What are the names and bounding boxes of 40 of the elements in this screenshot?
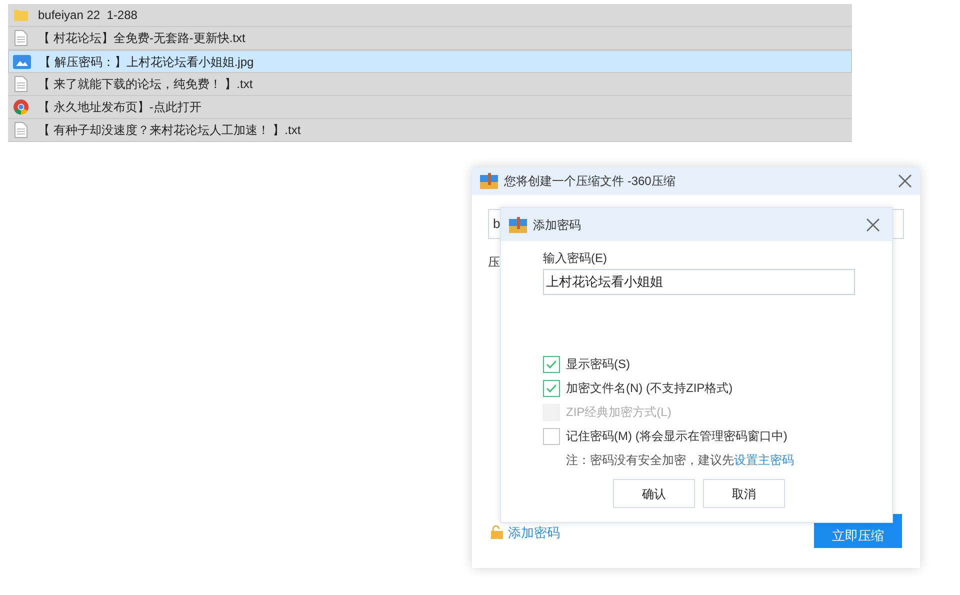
file-row[interactable]: bufeiyan 22 1-288: [8, 4, 852, 27]
checkbox-label: ZIP经典加密方式(L): [566, 404, 672, 421]
checkbox[interactable]: [543, 380, 560, 396]
dialog-button[interactable]: 确认: [613, 479, 695, 508]
checkbox-label: 显示密码(S): [566, 356, 630, 373]
image-file-icon: [13, 54, 31, 68]
checkbox[interactable]: [543, 356, 560, 372]
document-icon: [14, 76, 28, 92]
file-name: 【 来了就能下载的论坛，纯免费！ 】.txt: [38, 76, 253, 93]
file-row[interactable]: 【 永久地址发布页】-点此打开: [8, 96, 852, 119]
document-icon: [14, 122, 28, 138]
checkbox-label: 记住密码(M) (将会显示在管理密码窗口中): [566, 428, 788, 445]
folder-icon: [13, 7, 29, 23]
lock-icon: [490, 525, 504, 540]
password-field[interactable]: 上村花论坛看小姐姐: [543, 269, 855, 295]
archive-logo-icon: [480, 173, 498, 189]
browser-icon: [13, 99, 29, 115]
check-icon: [546, 384, 557, 392]
close-icon[interactable]: [866, 218, 880, 232]
file-name: 【 村花论坛】全免费-无套路-更新快.txt: [38, 30, 246, 47]
file-name: 【 永久地址发布页】-点此打开: [38, 99, 202, 116]
dialog-title: 您将创建一个压缩文件 -360压缩: [504, 173, 676, 190]
field-label: 压: [488, 254, 500, 271]
note-text: 注：密码没有安全加密，建议先设置主密码: [566, 452, 795, 469]
file-row[interactable]: 【 村花论坛】全免费-无套路-更新快.txt: [8, 27, 852, 50]
checkbox[interactable]: [543, 428, 560, 444]
close-icon[interactable]: [898, 174, 912, 188]
field-label: 输入密码(E): [543, 250, 607, 267]
file-row[interactable]: 【 有种子却没速度？来村花论坛人工加速！ 】.txt: [8, 119, 852, 142]
document-icon: [14, 30, 28, 46]
dialog-button[interactable]: 取消: [703, 479, 785, 508]
file-row[interactable]: 【 解压密码：】上村花论坛看小姐姐.jpg: [8, 50, 852, 73]
file-name: bufeiyan 22 1-288: [38, 7, 138, 24]
dialog-title: 添加密码: [533, 216, 581, 234]
archive-logo-icon: [509, 216, 527, 232]
file-row[interactable]: 【 来了就能下载的论坛，纯免费！ 】.txt: [8, 73, 852, 96]
file-name: 【 有种子却没速度？来村花论坛人工加速！ 】.txt: [38, 122, 301, 139]
checkbox-label: 加密文件名(N) (不支持ZIP格式): [566, 380, 733, 397]
file-name: 【 解压密码：】上村花论坛看小姐姐.jpg: [39, 54, 254, 70]
check-icon: [546, 360, 557, 368]
